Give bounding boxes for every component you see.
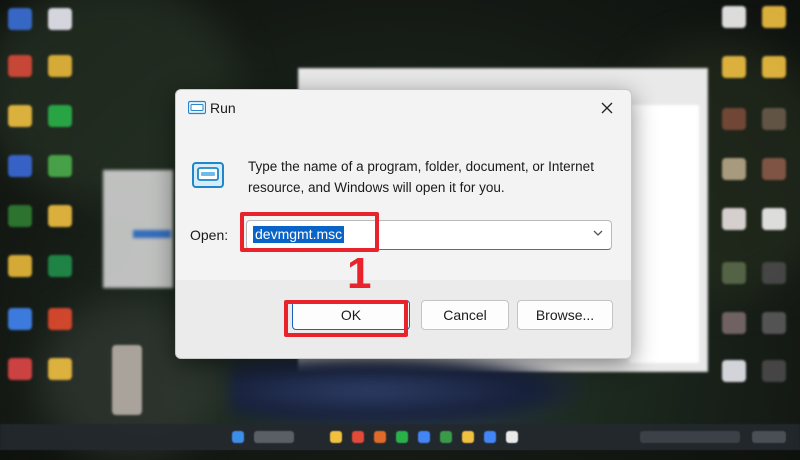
desktop-icon[interactable]: [762, 108, 786, 130]
taskbar-app-icon[interactable]: [374, 431, 386, 443]
chevron-down-icon[interactable]: [591, 226, 605, 240]
system-tray[interactable]: [640, 431, 740, 443]
taskbar-app-icon[interactable]: [484, 431, 496, 443]
title-bar[interactable]: Run: [176, 90, 631, 126]
desktop-icon[interactable]: [112, 345, 142, 415]
desktop-icon[interactable]: [722, 208, 746, 230]
desktop-icon[interactable]: [722, 360, 746, 382]
run-icon: [188, 100, 206, 115]
desktop-icon[interactable]: [762, 262, 786, 284]
desktop-icon[interactable]: [48, 55, 72, 77]
desktop-icon[interactable]: [8, 155, 32, 177]
desktop-icon[interactable]: [722, 158, 746, 180]
desktop-icon[interactable]: [722, 312, 746, 334]
clock[interactable]: [752, 431, 786, 443]
desktop-icon[interactable]: [722, 262, 746, 284]
desktop-icon[interactable]: [8, 105, 32, 127]
desktop-icon[interactable]: [8, 358, 32, 380]
taskbar: [0, 424, 800, 450]
desktop-icon[interactable]: [762, 158, 786, 180]
desktop-icon[interactable]: [8, 205, 32, 227]
desktop-icon[interactable]: [48, 308, 72, 330]
desktop-icon[interactable]: [722, 56, 746, 78]
background-small-window: [103, 170, 173, 288]
desktop-icon[interactable]: [762, 6, 786, 28]
start-icon[interactable]: [232, 431, 244, 443]
desktop-icon[interactable]: [762, 208, 786, 230]
desktop-icon[interactable]: [762, 312, 786, 334]
browse-button[interactable]: Browse...: [517, 300, 613, 330]
desktop-icon[interactable]: [762, 56, 786, 78]
desktop-icon[interactable]: [48, 105, 72, 127]
taskbar-app-icon[interactable]: [418, 431, 430, 443]
search-icon[interactable]: [254, 431, 294, 443]
taskbar-app-icon[interactable]: [396, 431, 408, 443]
dialog-description: Type the name of a program, folder, docu…: [248, 159, 594, 195]
open-label: Open:: [190, 227, 229, 243]
close-icon: [601, 102, 613, 114]
taskbar-app-icon[interactable]: [352, 431, 364, 443]
step-number: 1: [347, 249, 372, 298]
highlight-ok-button: [284, 300, 408, 337]
desktop-icon[interactable]: [48, 205, 72, 227]
desktop-icon[interactable]: [8, 55, 32, 77]
desktop-icon[interactable]: [8, 8, 32, 30]
desktop-icon[interactable]: [762, 360, 786, 382]
taskbar-app-icon[interactable]: [462, 431, 474, 443]
cancel-button[interactable]: Cancel: [421, 300, 509, 330]
desktop-icon[interactable]: [722, 108, 746, 130]
taskbar-app-icon[interactable]: [506, 431, 518, 443]
desktop-icon[interactable]: [48, 255, 72, 277]
desktop-icon[interactable]: [48, 155, 72, 177]
close-button[interactable]: [593, 96, 621, 120]
highlight-open-input: [240, 212, 379, 252]
background-motorcycle: [230, 355, 580, 425]
desktop-icon[interactable]: [48, 358, 72, 380]
taskbar-app-icon[interactable]: [440, 431, 452, 443]
dialog-title: Run: [210, 100, 236, 116]
desktop-icon[interactable]: [8, 308, 32, 330]
run-program-icon: [192, 162, 224, 188]
desktop-icon[interactable]: [8, 255, 32, 277]
taskbar-app-icon[interactable]: [330, 431, 342, 443]
desktop-icon[interactable]: [48, 8, 72, 30]
desktop-icon[interactable]: [722, 6, 746, 28]
